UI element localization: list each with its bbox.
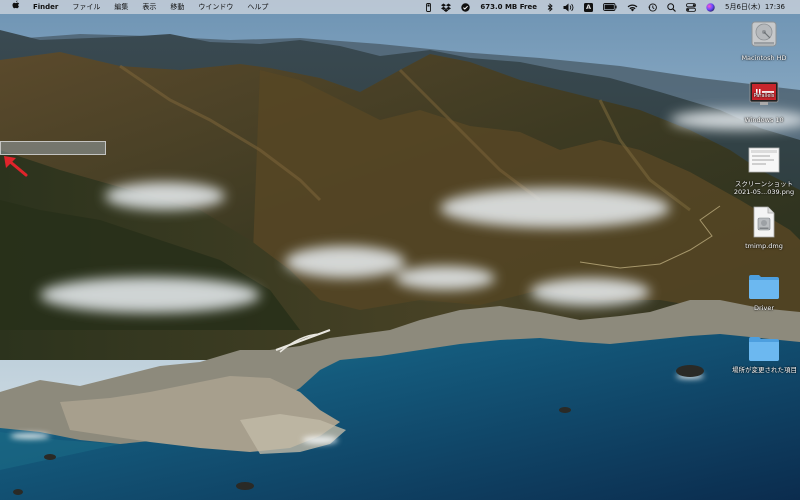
dropbox-icon[interactable] <box>436 0 456 14</box>
icon-label: 場所が変更された項目 <box>732 366 797 374</box>
time-machine-icon[interactable] <box>643 0 662 14</box>
icon-label-windows: Windows 10 <box>744 116 784 124</box>
menu-file[interactable]: ファイル <box>65 0 107 14</box>
icon-label: スクリーンショット <box>734 180 794 188</box>
check-shield-icon[interactable] <box>456 0 475 14</box>
control-center-icon[interactable] <box>681 0 701 14</box>
folder-icon <box>749 337 779 361</box>
menu-go[interactable]: 移動 <box>163 0 191 14</box>
desktop-wallpaper <box>0 0 800 500</box>
desktop-icon-moved-items-folder[interactable]: 場所が変更された項目 <box>732 334 797 374</box>
menu-window[interactable]: ウインドウ <box>191 0 240 14</box>
red-pointer-arrow-icon <box>4 156 28 177</box>
disk-image-icon <box>753 206 775 238</box>
selection-rectangle <box>0 141 106 155</box>
wifi-icon[interactable] <box>622 0 643 14</box>
icon-label-filename: 2021-05...039.png <box>733 188 795 196</box>
desktop-icon-macintosh-hd[interactable]: Macintosh HD <box>732 18 796 62</box>
desktop-icon-screenshot[interactable]: スクリーンショット 2021-05...039.png <box>732 146 796 196</box>
spotlight-search-icon[interactable] <box>662 0 681 14</box>
menu-help[interactable]: ヘルプ <box>240 0 275 14</box>
screenshot-file-icon <box>748 147 780 173</box>
usb-status-icon[interactable] <box>421 0 436 14</box>
siri-icon[interactable] <box>701 0 720 14</box>
icon-label: Macintosh HD <box>741 54 787 62</box>
menu-edit[interactable]: 編集 <box>107 0 135 14</box>
desktop-icon-parallels[interactable]: Parallels Windows 10 <box>732 78 796 128</box>
input-source-icon[interactable]: A <box>579 0 598 14</box>
apple-menu-icon[interactable] <box>8 0 26 14</box>
menu-bar-clock[interactable]: 5月6日(木) 17:36 <box>720 0 790 14</box>
desktop-icon-driver-folder[interactable]: Driver <box>732 272 796 312</box>
bluetooth-icon[interactable] <box>542 0 558 14</box>
menu-view[interactable]: 表示 <box>135 0 163 14</box>
icon-label: Driver <box>753 304 774 312</box>
folder-icon <box>749 275 779 299</box>
icon-label: tmimp.dmg <box>745 242 783 250</box>
desktop-icon-tmimp-dmg[interactable]: tmimp.dmg <box>732 206 796 250</box>
finder-app-menu[interactable]: Finder <box>26 0 65 14</box>
menu-bar: Finder ファイル 編集 表示 移動 ウインドウ ヘルプ 673.0 MB … <box>0 0 800 14</box>
memory-status[interactable]: 673.0 MB Free <box>475 0 542 14</box>
hard-drive-icon <box>751 21 777 47</box>
volume-icon[interactable] <box>558 0 579 14</box>
icon-label: Parallels <box>753 93 775 99</box>
battery-icon[interactable] <box>598 0 622 14</box>
